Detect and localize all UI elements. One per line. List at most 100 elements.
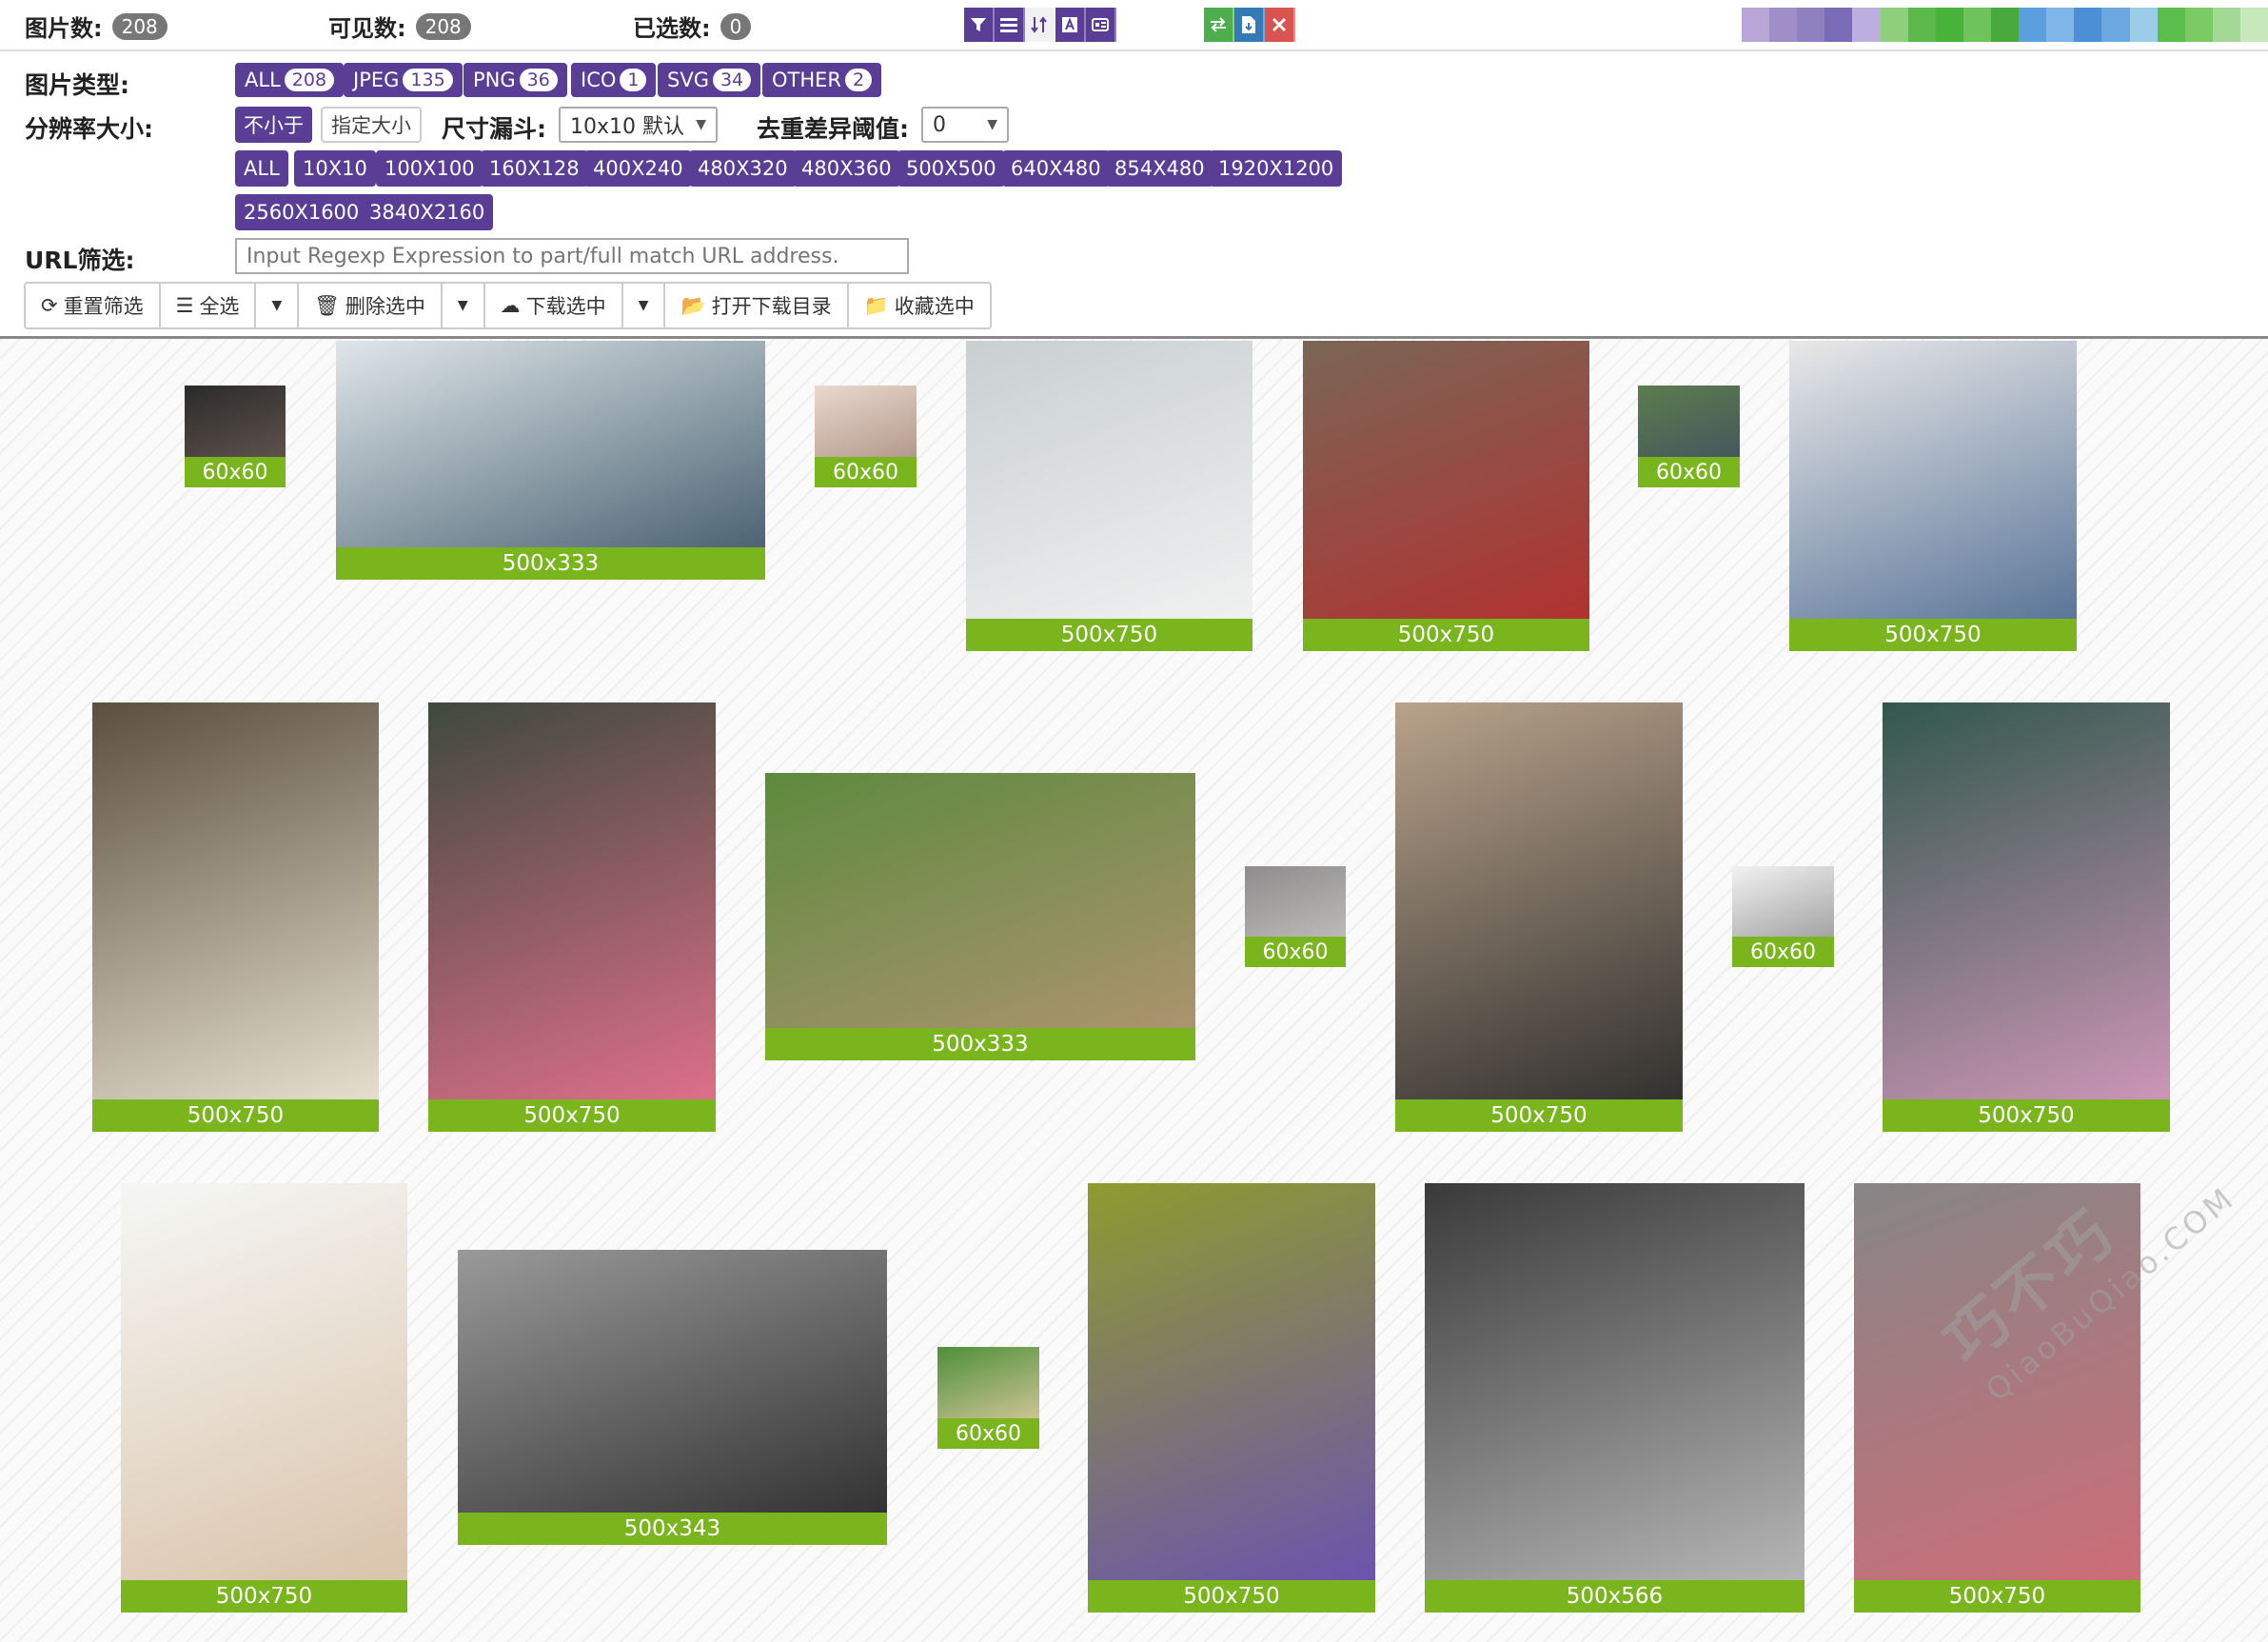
image-gallery: 60x60 500x333 60x60 500x750 500x750 60x6… xyxy=(0,339,2268,1642)
chevron-down-icon: ▼ xyxy=(987,117,997,132)
refresh-icon: ⟳ xyxy=(41,294,58,317)
type-filter-ico[interactable]: ICO 1 xyxy=(571,63,657,97)
res-filter-all[interactable]: ALL xyxy=(235,150,288,187)
image-thumb[interactable]: 500x343 xyxy=(458,1250,887,1545)
image-size-label: 500x750 xyxy=(1395,1099,1683,1132)
bulk-action-bar: ⟳ 重置筛选 ☰ 全选 ▼ 🗑 删除选中 ▼ ☁ 下载选中 ▼ 📂 打开下载目录 📁 收藏选… xyxy=(24,282,992,329)
dedupe-threshold-select[interactable]: 0 ▼ xyxy=(921,107,1009,143)
select-all-dropdown[interactable]: ▼ xyxy=(256,284,300,327)
sort-icon[interactable] xyxy=(1025,8,1055,42)
res-filter-854x480[interactable]: 854X480 xyxy=(1106,150,1213,187)
text-a-icon[interactable] xyxy=(1055,8,1086,42)
image-thumb[interactable]: 60x60 xyxy=(815,386,917,487)
open-download-dir-button[interactable]: 📂 打开下载目录 xyxy=(665,284,849,327)
total-count: 图片数: 208 xyxy=(25,10,168,43)
delete-selected-button[interactable]: 🗑 删除选中 xyxy=(299,284,443,327)
image-size-label: 500x750 xyxy=(1303,619,1589,651)
select-all-button[interactable]: ☰ 全选 xyxy=(161,284,257,327)
download-selected-button[interactable]: ☁ 下载选中 xyxy=(485,284,623,327)
favorite-selected-button[interactable]: 📁 收藏选中 xyxy=(849,284,990,327)
image-size-label: 60x60 xyxy=(1732,937,1834,967)
image-thumb[interactable]: 500x750 xyxy=(92,702,379,1132)
selected-count-badge: 0 xyxy=(720,12,752,40)
mode-exact-size-button[interactable]: 指定大小 xyxy=(321,107,422,143)
selected-count: 已选数: 0 xyxy=(633,10,752,43)
image-thumb[interactable]: 500x750 xyxy=(1088,1183,1375,1612)
res-filter-3840x2160[interactable]: 3840X2160 xyxy=(361,194,494,230)
image-size-label: 500x343 xyxy=(458,1513,887,1545)
image-size-label: 60x60 xyxy=(815,457,917,487)
cloud-download-icon: ☁ xyxy=(500,294,521,317)
preview-strip xyxy=(1742,8,2268,42)
type-filter-other[interactable]: OTHER 2 xyxy=(762,63,882,97)
image-size-label: 500x750 xyxy=(121,1580,407,1612)
res-filter-400x240[interactable]: 400X240 xyxy=(584,150,692,187)
res-filter-10x10[interactable]: 10X10 xyxy=(294,150,376,187)
image-thumb[interactable]: 60x60 xyxy=(1732,866,1834,967)
type-filter-all[interactable]: ALL 208 xyxy=(235,63,345,97)
image-thumb[interactable]: 60x60 xyxy=(1638,386,1740,487)
image-size-label: 60x60 xyxy=(185,457,286,487)
image-thumb[interactable]: 500x333 xyxy=(336,341,765,580)
image-thumb[interactable]: 500x333 xyxy=(765,773,1195,1060)
image-thumb[interactable]: 500x750 xyxy=(966,341,1252,651)
export-icon[interactable] xyxy=(1234,8,1265,42)
url-filter-label: URL筛选: xyxy=(25,247,135,274)
res-filter-100x100[interactable]: 100X100 xyxy=(376,150,483,187)
res-filter-2560x1600[interactable]: 2560X1600 xyxy=(235,194,368,230)
image-size-label: 500x750 xyxy=(1883,1099,2170,1132)
size-funnel-label: 尺寸漏斗: xyxy=(442,115,546,143)
image-thumb[interactable]: 500x750 xyxy=(1395,702,1683,1132)
stats-bar: 图片数: 208 可见数: 208 已选数: 0 xyxy=(0,0,2268,51)
image-size-label: 60x60 xyxy=(937,1418,1039,1449)
list-icon[interactable] xyxy=(995,8,1025,42)
thumbnail-image xyxy=(1789,341,2077,651)
image-thumb[interactable]: 500x750 xyxy=(1789,341,2077,651)
resolution-label: 分辨率大小: xyxy=(25,115,153,143)
type-filter-svg[interactable]: SVG 34 xyxy=(658,63,761,97)
delete-dropdown[interactable]: ▼ xyxy=(443,284,485,327)
type-label: 图片类型: xyxy=(25,71,129,99)
res-filter-480x360[interactable]: 480X360 xyxy=(793,150,900,187)
res-filter-160x128[interactable]: 160X128 xyxy=(481,150,588,187)
image-thumb[interactable]: 60x60 xyxy=(185,386,286,487)
size-funnel-select[interactable]: 10x10 默认 ▼ xyxy=(559,107,718,143)
thumbnail-image xyxy=(121,1183,407,1612)
image-thumb[interactable]: 500x750 xyxy=(428,702,716,1132)
swap-icon[interactable] xyxy=(1204,8,1234,42)
download-dropdown[interactable]: ▼ xyxy=(623,284,666,327)
thumbnail-image xyxy=(966,341,1252,651)
folder-open-icon: 📂 xyxy=(680,293,706,317)
folder-icon: 📁 xyxy=(863,293,889,317)
url-regex-input[interactable] xyxy=(235,238,909,274)
image-size-label: 500x566 xyxy=(1425,1580,1805,1612)
type-filter-png[interactable]: PNG 36 xyxy=(463,63,567,97)
res-filter-640x480[interactable]: 640X480 xyxy=(1002,150,1110,187)
image-thumb[interactable]: 500x566 xyxy=(1425,1183,1805,1612)
res-filter-1920x1200[interactable]: 1920X1200 xyxy=(1210,150,1343,187)
image-thumb[interactable]: 500x750 xyxy=(1883,702,2170,1132)
image-thumb[interactable]: 500x750 xyxy=(121,1183,407,1612)
filter-icon[interactable] xyxy=(964,8,995,42)
close-icon[interactable] xyxy=(1265,8,1295,42)
image-size-label: 500x333 xyxy=(765,1028,1195,1060)
image-thumb[interactable]: 60x60 xyxy=(937,1347,1039,1449)
trash-icon: 🗑 xyxy=(314,293,340,317)
type-filter-jpeg[interactable]: JPEG 135 xyxy=(344,63,463,97)
res-filter-480x320[interactable]: 480X320 xyxy=(689,150,797,187)
thumbnail-image xyxy=(1883,702,2170,1132)
thumbnail-image xyxy=(458,1250,887,1545)
reset-filter-button[interactable]: ⟳ 重置筛选 xyxy=(26,284,161,327)
chevron-down-icon: ▼ xyxy=(696,117,706,132)
image-thumb[interactable]: 60x60 xyxy=(1245,866,1346,967)
image-thumb[interactable]: 500x750 xyxy=(1303,341,1589,651)
res-filter-500x500[interactable]: 500X500 xyxy=(897,150,1005,187)
image-size-label: 500x750 xyxy=(1854,1580,2140,1612)
filter-panel: 图片数: 208 可见数: 208 已选数: 0 图片类型: ALL 208 J… xyxy=(0,0,2268,339)
settings-icon[interactable] xyxy=(1086,8,1116,42)
mode-not-less-than-button[interactable]: 不小于 xyxy=(235,107,312,143)
image-size-label: 500x333 xyxy=(336,547,765,580)
total-count-badge: 208 xyxy=(111,12,168,40)
image-size-label: 60x60 xyxy=(1638,457,1740,487)
image-size-label: 500x750 xyxy=(92,1099,379,1132)
